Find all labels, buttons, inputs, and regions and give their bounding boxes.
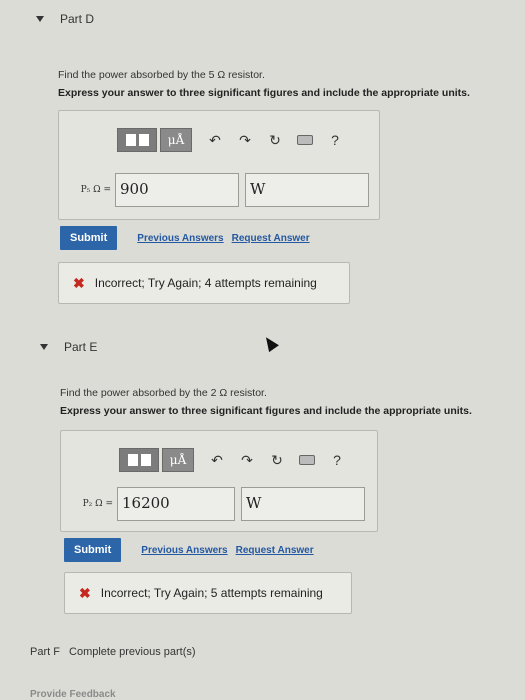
help-icon[interactable]: ? [320,132,350,148]
chevron-down-icon [36,16,44,22]
part-d-feedback: ✖ Incorrect; Try Again; 4 attempts remai… [58,262,350,304]
part-e-instructions: Express your answer to three significant… [60,405,472,417]
part-d-header[interactable]: Part D [36,12,94,26]
units-button[interactable]: μÅ [162,448,194,472]
part-e-answer-box: μÅ ↶ ↷ ↻ ? P₂ Ω = 16200 W [60,430,378,532]
submit-button[interactable]: Submit [60,226,118,250]
reset-icon[interactable]: ↻ [262,452,292,469]
reset-icon[interactable]: ↻ [260,132,290,149]
feedback-text: Incorrect; Try Again; 4 attempts remaini… [94,276,317,290]
value-input[interactable]: 900 [115,173,239,207]
page: Part D Find the power absorbed by the 5 … [0,0,525,700]
template-square-icon [125,134,136,146]
part-e-feedback: ✖ Incorrect; Try Again; 5 attempts remai… [64,572,352,614]
part-e-title: Part E [64,340,98,354]
template-square-icon [127,454,138,466]
provide-feedback-link[interactable]: Provide Feedback [30,689,116,700]
part-d-toolbar: μÅ ↶ ↷ ↻ ? [117,127,350,153]
templates-button[interactable] [119,448,159,472]
part-f-text: Complete previous part(s) [69,646,196,658]
part-d-answer-box: μÅ ↶ ↷ ↻ ? P₅ Ω = 900 W [58,110,380,220]
template-square-icon [138,134,149,146]
part-f-title: Part F [30,646,60,658]
part-e-header[interactable]: Part E [40,340,97,354]
redo-icon[interactable]: ↷ [232,452,262,469]
request-answer-link[interactable]: Request Answer [236,545,314,556]
previous-answers-link[interactable]: Previous Answers [137,233,223,244]
mouse-cursor-icon [261,333,279,353]
help-icon[interactable]: ? [322,452,352,468]
variable-label: P₂ Ω = [82,499,113,509]
part-e-actions: Submit Previous Answers Request Answer [64,538,314,562]
templates-button[interactable] [117,128,157,152]
submit-button[interactable]: Submit [64,538,122,562]
feedback-text: Incorrect; Try Again; 5 attempts remaini… [100,586,323,600]
part-d-instructions: Express your answer to three significant… [58,87,470,99]
part-d-title: Part D [60,12,95,26]
part-e-input-row: P₂ Ω = 16200 W [71,487,365,521]
part-f-header[interactable]: Part F Complete previous part(s) [30,646,196,658]
incorrect-icon: ✖ [79,584,91,601]
template-square-icon [140,454,151,466]
keyboard-icon[interactable] [299,455,315,465]
part-e-question: Find the power absorbed by the 2 Ω resis… [60,384,472,420]
incorrect-icon: ✖ [73,274,85,291]
undo-icon[interactable]: ↶ [200,132,230,149]
part-e-prompt: Find the power absorbed by the 2 Ω resis… [60,387,267,399]
value-input[interactable]: 16200 [117,487,235,521]
part-d-actions: Submit Previous Answers Request Answer [60,226,310,250]
variable-label: P₅ Ω = [80,185,111,195]
chevron-down-icon [40,344,48,350]
request-answer-link[interactable]: Request Answer [232,233,310,244]
part-d-prompt: Find the power absorbed by the 5 Ω resis… [58,69,265,81]
unit-input[interactable]: W [245,173,369,207]
previous-answers-link[interactable]: Previous Answers [141,545,227,556]
keyboard-icon[interactable] [297,135,313,145]
part-e-toolbar: μÅ ↶ ↷ ↻ ? [119,447,352,473]
redo-icon[interactable]: ↷ [230,132,260,149]
part-d-question: Find the power absorbed by the 5 Ω resis… [58,66,470,102]
unit-input[interactable]: W [241,487,365,521]
units-button[interactable]: μÅ [160,128,192,152]
undo-icon[interactable]: ↶ [202,452,232,469]
part-d-input-row: P₅ Ω = 900 W [69,173,369,207]
